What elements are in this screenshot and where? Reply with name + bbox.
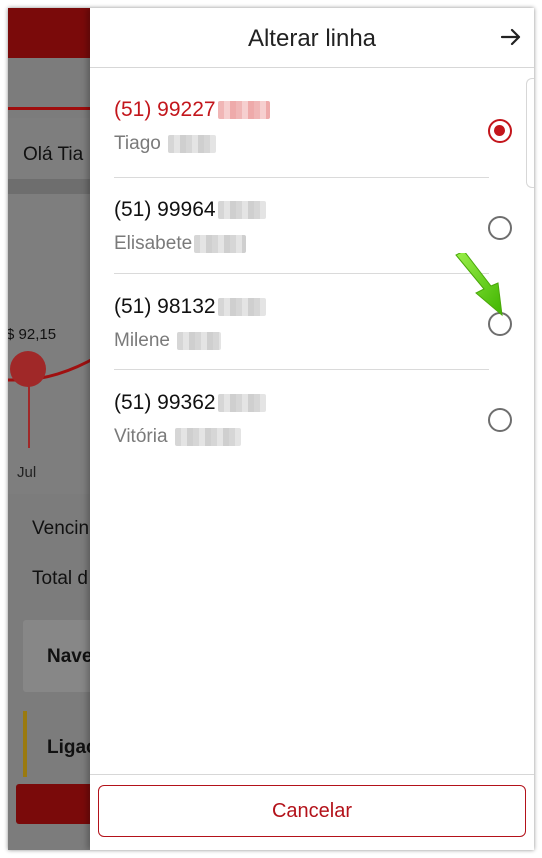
line-number: (51) 99362 bbox=[114, 391, 266, 415]
redacted-digits bbox=[217, 298, 266, 317]
line-option[interactable]: (51) 99227 Tiago bbox=[90, 76, 534, 172]
redacted-digits bbox=[217, 201, 266, 220]
green-pointer-arrow-icon bbox=[455, 253, 503, 317]
background-greeting: Olá Tia bbox=[23, 144, 84, 165]
line-number: (51) 98132 bbox=[114, 295, 266, 319]
background-due-row: Vencin bbox=[32, 518, 90, 539]
background-card-accent bbox=[23, 711, 27, 777]
redacted-surname bbox=[194, 234, 247, 253]
background-card-nav-label: Nave bbox=[47, 646, 93, 667]
line-owner-name: Vitória bbox=[114, 426, 241, 448]
radio-unselected-icon[interactable] bbox=[488, 408, 512, 432]
line-owner-name: Tiago bbox=[114, 133, 217, 155]
redacted-surname bbox=[177, 331, 222, 350]
redacted-digits bbox=[217, 394, 266, 413]
redacted-surname bbox=[168, 134, 217, 153]
close-drawer-button[interactable] bbox=[496, 22, 526, 52]
drawer-footer: Cancelar bbox=[90, 774, 534, 850]
line-number: (51) 99227 bbox=[114, 98, 270, 122]
drawer-header: Alterar linha bbox=[90, 8, 534, 68]
background-price-label: $ 92,15 bbox=[8, 326, 57, 343]
redacted-surname bbox=[174, 427, 241, 446]
drawer-title: Alterar linha bbox=[247, 25, 377, 52]
line-option[interactable]: (51) 99362 Vitória bbox=[90, 369, 534, 465]
radio-unselected-icon[interactable] bbox=[488, 216, 512, 240]
radio-selected-icon[interactable] bbox=[488, 119, 512, 143]
background-chart-point bbox=[10, 351, 46, 387]
background-total-row: Total d bbox=[32, 568, 88, 589]
line-owner-name: Elisabete bbox=[114, 233, 247, 255]
arrow-right-icon bbox=[500, 28, 521, 46]
app-frame: Olá Tia $ 92,15 Jul Vencin Total d Nave … bbox=[8, 8, 534, 850]
cancel-button[interactable]: Cancelar bbox=[98, 785, 526, 837]
change-line-drawer: Alterar linha (51) 99227 Tiago (51) 9996… bbox=[90, 8, 534, 850]
background-chart-stem bbox=[28, 386, 30, 448]
line-owner-name: Milene bbox=[114, 330, 222, 352]
redacted-digits bbox=[217, 101, 270, 120]
background-month-label: Jul bbox=[17, 464, 37, 481]
line-number: (51) 99964 bbox=[114, 198, 266, 222]
